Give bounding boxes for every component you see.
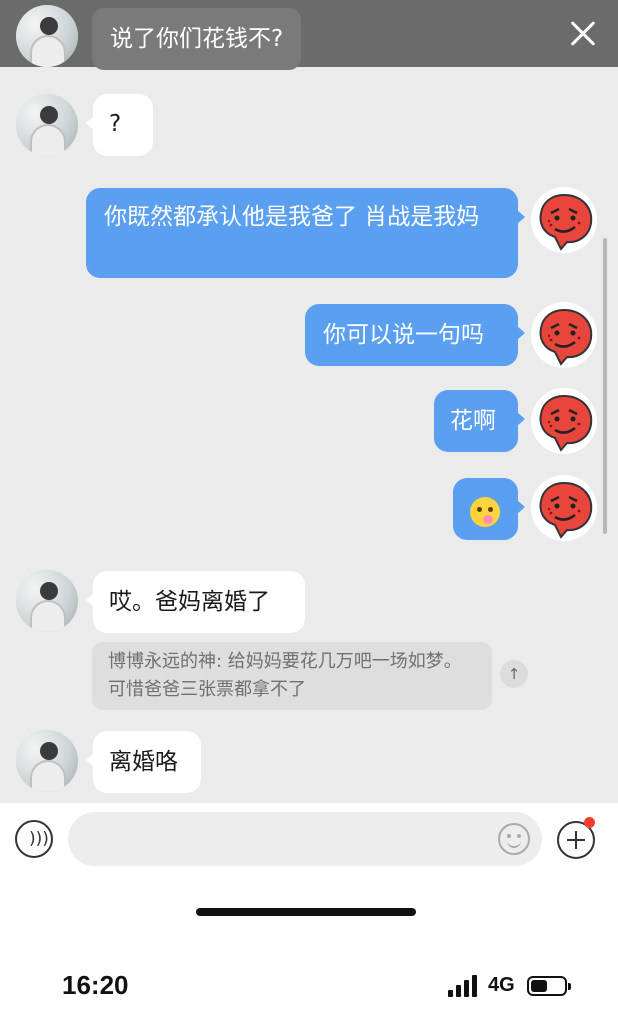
battery-level [531,980,547,992]
red-face-avatar-icon [539,193,593,251]
sender-avatar[interactable] [16,730,78,792]
outgoing-message-bubble[interactable]: 你既然都承认他是我爸了 肖战是我妈 [86,188,525,278]
my-avatar[interactable] [531,388,597,454]
my-avatar[interactable] [531,475,597,541]
incoming-message-bubble[interactable]: ? [86,94,153,156]
voice-icon[interactable]: ))) [15,820,53,858]
close-icon[interactable] [562,12,604,54]
emoji-icon[interactable] [498,823,530,855]
notification-badge [584,817,595,828]
status-time: 16:20 [62,970,129,1000]
red-face-avatar-icon [539,308,593,366]
message-text: 离婚咯 [109,749,178,775]
home-indicator[interactable] [196,908,416,916]
chat-area[interactable]: 说了你们花钱不? ? 你既然都承认他是我爸了 肖战是我妈 你可以说一句吗 花啊 … [0,0,618,803]
message-input[interactable] [68,812,542,866]
message-text: 花啊 [450,408,496,434]
outgoing-message-bubble[interactable]: 花啊 [434,390,525,452]
drooling-face-emoji-icon [470,496,500,527]
message-text: 你既然都承认他是我爸了 肖战是我妈 [104,204,480,230]
sender-avatar[interactable] [16,570,78,632]
incoming-message-bubble[interactable]: 离婚咯 [86,731,201,793]
sender-avatar[interactable] [16,5,78,67]
my-avatar[interactable] [531,302,597,368]
sender-avatar[interactable] [16,94,78,156]
outgoing-message-bubble[interactable] [453,478,525,540]
chat-scrollbar[interactable] [603,238,607,534]
message-text: ? [109,111,122,137]
signal-strength-icon [448,975,480,997]
outgoing-message-bubble[interactable]: 你可以说一句吗 [305,304,525,366]
preview-message-text: 说了你们花钱不? [92,8,302,70]
jump-to-quote-icon[interactable]: ↑ [500,660,528,688]
incoming-message-bubble[interactable]: 哎。爸妈离婚了 [86,571,305,633]
battery-icon [527,976,571,996]
message-text: 你可以说一句吗 [323,322,484,348]
network-type: 4G [488,974,515,996]
my-avatar[interactable] [531,187,597,253]
quoted-message-text: 博博永远的神: 给妈妈要花几万吧一场如梦。可惜爸爸三张票都拿不了 [108,651,462,700]
message-text: 哎。爸妈离婚了 [109,589,270,615]
red-face-avatar-icon [539,481,593,539]
quoted-message[interactable]: 博博永远的神: 给妈妈要花几万吧一场如梦。可惜爸爸三张票都拿不了 [92,642,492,710]
red-face-avatar-icon [539,394,593,452]
